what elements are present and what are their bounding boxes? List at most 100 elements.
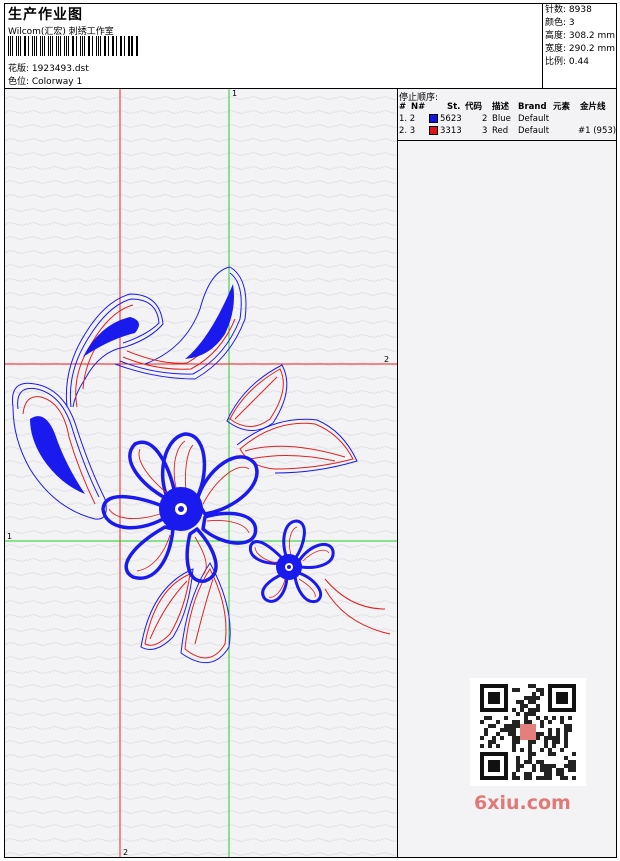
qr-module — [572, 768, 576, 772]
barcode-bar — [27, 36, 29, 56]
guide-v2-label: 2 — [123, 848, 128, 857]
qr-module — [512, 688, 516, 692]
sheet-title: 生产作业图 — [8, 7, 83, 23]
col-desc: 描述 — [492, 102, 510, 112]
qr-module — [548, 720, 552, 724]
qr-module — [516, 764, 520, 768]
qr-module — [560, 720, 564, 724]
qr-module — [488, 740, 492, 744]
qr-module — [496, 720, 500, 724]
qr-module — [536, 696, 540, 700]
qr-finder — [556, 692, 568, 704]
qr-module — [548, 772, 552, 776]
qr-module — [532, 696, 536, 700]
qr-module — [532, 684, 536, 688]
design-file-label: 花版: 1923493.dst — [8, 64, 89, 74]
qr-module — [492, 740, 496, 744]
qr-module — [556, 768, 560, 772]
qr-module — [548, 728, 552, 732]
design-canvas[interactable]: 1 2 1 2 — [5, 89, 398, 857]
qr-module — [528, 748, 532, 752]
stats-panel: 针数: 8938 颜色: 3 高度: 308.2 mm 宽度: 290.2 mm… — [542, 4, 619, 88]
qr-module — [564, 728, 568, 732]
barcode-bar — [131, 36, 133, 56]
qr-module — [568, 764, 572, 768]
qr-module — [480, 744, 484, 748]
qr-module — [568, 724, 572, 728]
qr-module — [504, 716, 508, 720]
guide-v1-label: 1 — [232, 89, 237, 98]
qr-module — [504, 724, 508, 728]
qr-module — [488, 724, 492, 728]
barcode-bar — [52, 36, 54, 56]
qr-module — [544, 776, 548, 780]
qr-module — [544, 740, 548, 744]
qr-module — [496, 744, 500, 748]
qr-module — [536, 776, 540, 780]
qr-module — [556, 772, 560, 776]
qr-module — [544, 716, 548, 720]
qr-module — [488, 716, 492, 720]
qr-module — [484, 716, 488, 720]
col-code: 代码 — [465, 102, 483, 112]
qr-module — [524, 760, 528, 764]
qr-module — [512, 720, 516, 724]
qr-module — [552, 744, 556, 748]
qr-module — [552, 736, 556, 740]
qr-module — [484, 728, 488, 732]
col-index: # — [399, 102, 407, 112]
color-swatch — [429, 114, 438, 123]
qr-module — [536, 708, 540, 712]
qr-module — [496, 732, 500, 736]
qr-module — [564, 756, 568, 760]
table-row[interactable]: 2. 3 3313 3 Red Default #1 (953) — [398, 125, 616, 137]
qr-module — [528, 720, 532, 724]
qr-module — [560, 748, 564, 752]
qr-finder — [488, 760, 500, 772]
qr-module — [556, 740, 560, 744]
qr-module — [540, 760, 544, 764]
qr-module — [528, 744, 532, 748]
col-sequin: 金片线 — [580, 102, 606, 112]
qr-module — [540, 720, 544, 724]
qr-module — [480, 736, 484, 740]
qr-module — [512, 728, 516, 732]
row-index: 2. 3 — [399, 126, 416, 136]
qr-module — [536, 704, 540, 708]
qr-module — [532, 768, 536, 772]
qr-module — [524, 696, 528, 700]
qr-module — [548, 732, 552, 736]
qr-module — [560, 716, 564, 720]
qr-module — [512, 732, 516, 736]
qr-module — [520, 708, 524, 712]
qr-module — [528, 776, 532, 780]
qr-module — [544, 772, 548, 776]
table-row[interactable]: 1. 2 5623 2 Blue Default — [398, 113, 616, 125]
qr-module — [564, 736, 568, 740]
qr-module — [532, 752, 536, 756]
qr-module — [528, 708, 532, 712]
qr-module — [516, 720, 520, 724]
qr-module — [544, 744, 548, 748]
qr-module — [548, 768, 552, 772]
qr-finder — [488, 692, 500, 704]
qr-module — [492, 736, 496, 740]
qr-module — [544, 768, 548, 772]
qr-module — [524, 772, 528, 776]
row-element: #1 (953) — [578, 126, 617, 136]
barcode-bar — [39, 36, 41, 56]
qr-module — [564, 724, 568, 728]
qr-module — [516, 736, 520, 740]
barcode-bar — [95, 36, 97, 56]
stop-sequence-table: # N# St. 代码 描述 Brand 元素 金片线 1. 2 5623 2 … — [398, 101, 616, 137]
qr-module — [500, 736, 504, 740]
qr-module — [528, 760, 532, 764]
qr-module — [548, 752, 552, 756]
qr-module — [524, 720, 528, 724]
qr-module — [508, 728, 512, 732]
qr-module — [556, 732, 560, 736]
table-header: # N# St. 代码 描述 Brand 元素 金片线 — [398, 101, 616, 113]
qr-module — [548, 764, 552, 768]
row-brand: Default — [518, 126, 550, 136]
qr-module — [524, 704, 528, 708]
